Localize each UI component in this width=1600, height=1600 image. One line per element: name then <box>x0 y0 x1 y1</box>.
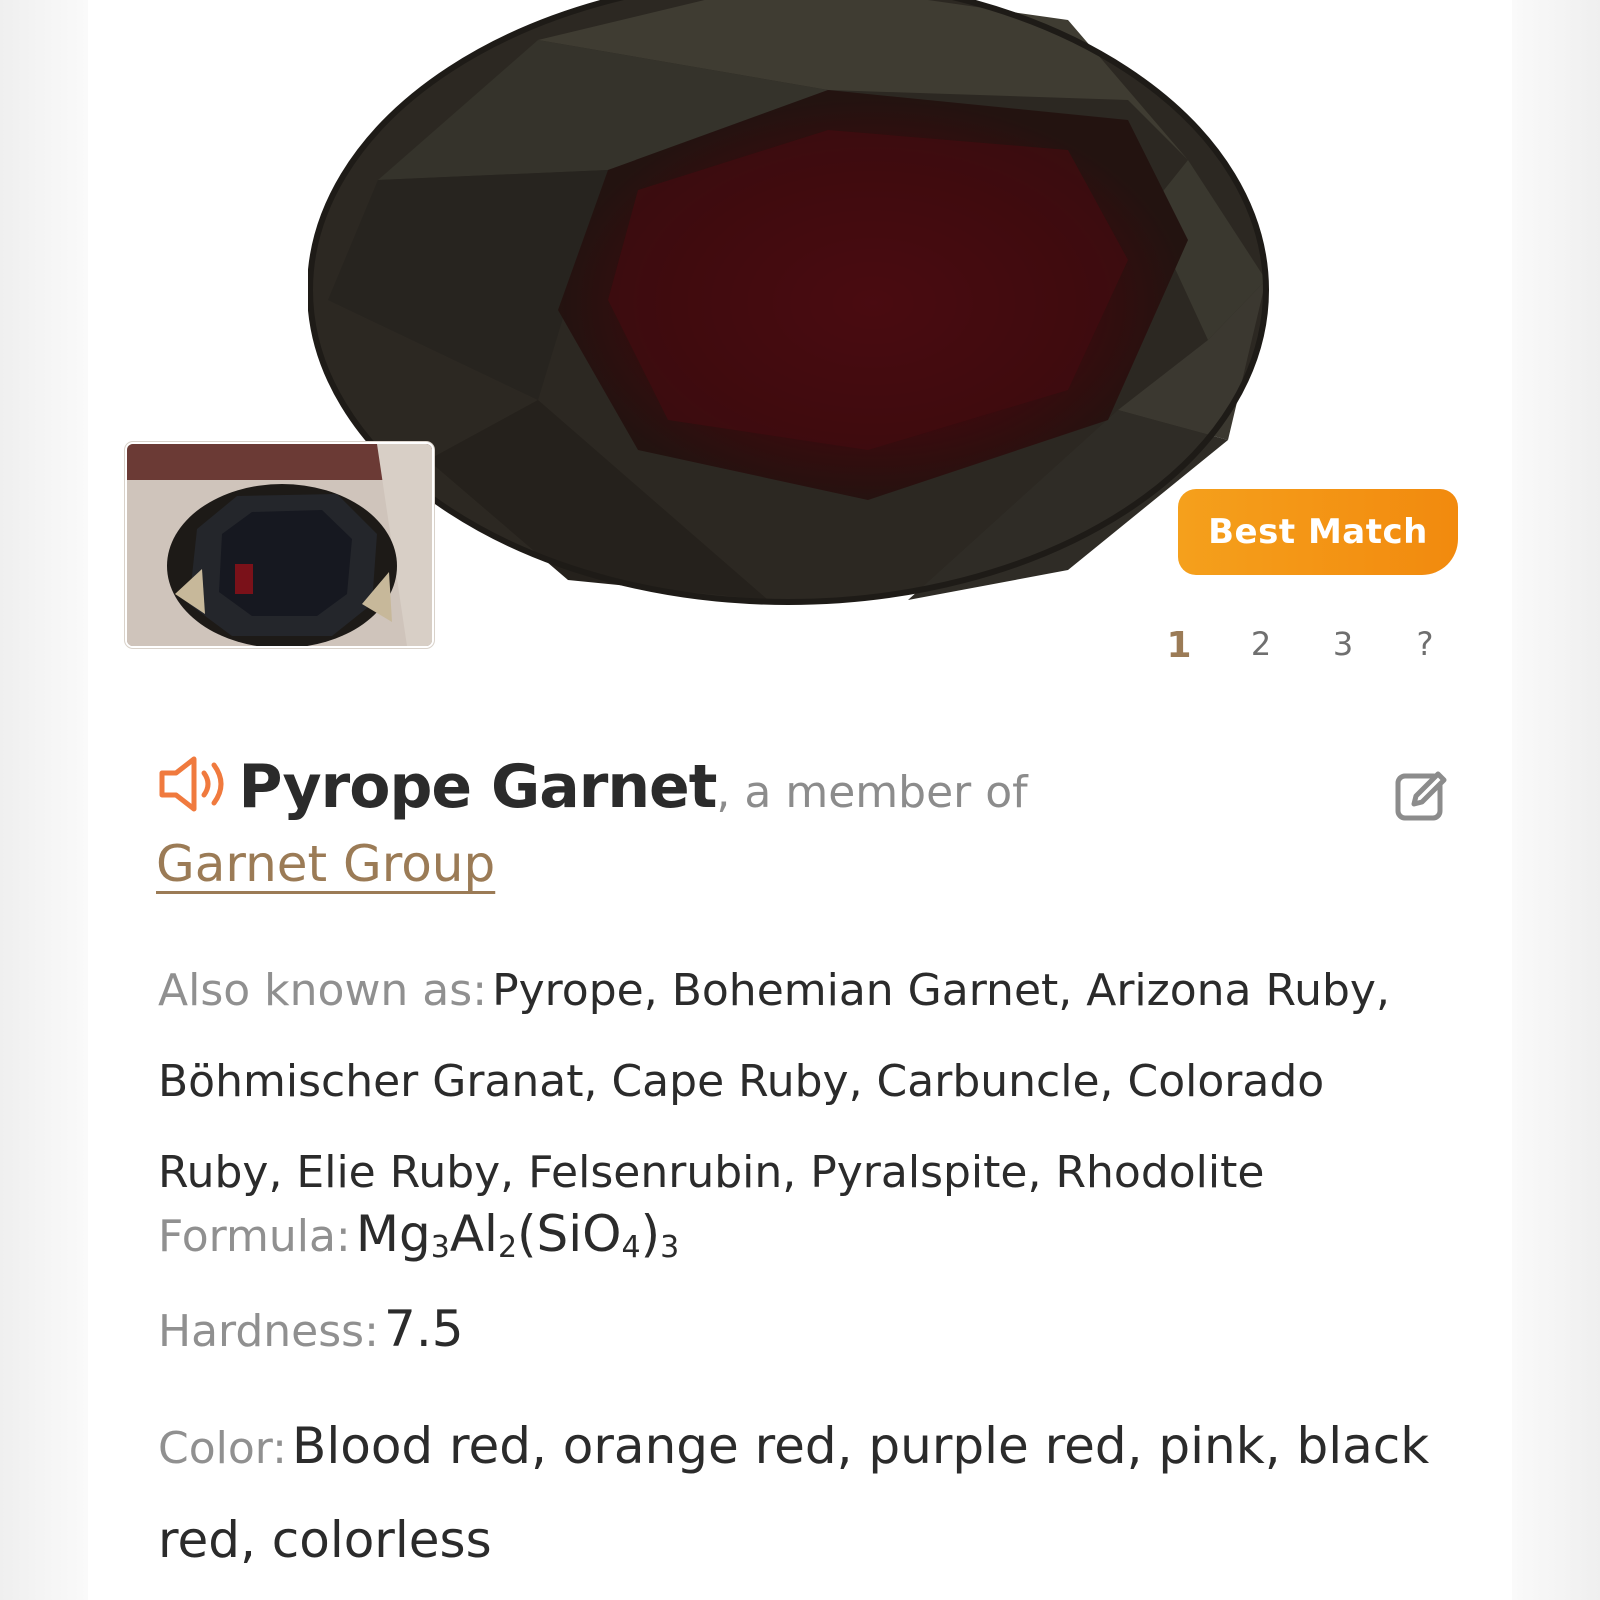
edit-icon[interactable] <box>1394 770 1448 824</box>
formula-subscript: 4 <box>621 1230 641 1265</box>
hardness-label: Hardness: <box>158 1306 379 1357</box>
formula-row: Formula: Mg3Al2(SiO4)3 <box>158 1205 1458 1265</box>
formula-label: Formula: <box>158 1211 351 1262</box>
hardness-row: Hardness: 7.5 <box>158 1300 1458 1358</box>
color-row: Color: Blood red, orange red, purple red… <box>158 1405 1458 1593</box>
formula-value: Mg3Al2(SiO4)3 <box>355 1205 680 1265</box>
aka-label: Also known as: <box>158 965 488 1016</box>
group-link[interactable]: Garnet Group <box>156 835 495 893</box>
title-row: Pyrope Garnet, a member of <box>158 752 1448 822</box>
page-3-tab[interactable]: 3 <box>1302 625 1384 666</box>
mineral-name: Pyrope Garnet <box>238 752 717 822</box>
main-stone-image[interactable] <box>308 0 1288 630</box>
formula-part: ) <box>640 1205 661 1263</box>
aka-row: Also known as: Pyrope, Bohemian Garnet, … <box>158 950 1458 1223</box>
page: Best Match 1 2 3 ? Pyrope Garnet, a memb… <box>0 0 1600 1600</box>
formula-part: (SiO <box>517 1205 622 1263</box>
user-photo-thumbnail[interactable] <box>125 442 434 648</box>
best-match-badge: Best Match <box>1178 489 1458 575</box>
color-value: Blood red, orange red, purple red, pink,… <box>158 1417 1430 1569</box>
formula-subscript: 3 <box>660 1230 680 1265</box>
result-pager: 1 2 3 ? <box>1138 625 1466 666</box>
result-card: Best Match 1 2 3 ? Pyrope Garnet, a memb… <box>88 0 1512 1600</box>
speaker-icon[interactable] <box>158 753 234 815</box>
formula-subscript: 3 <box>430 1230 450 1265</box>
formula-part: Mg <box>355 1205 431 1263</box>
formula-subscript: 2 <box>497 1230 518 1265</box>
color-label: Color: <box>158 1423 287 1474</box>
formula-part: Al <box>449 1205 498 1263</box>
page-unknown-tab[interactable]: ? <box>1384 625 1466 666</box>
hardness-value: 7.5 <box>384 1300 464 1358</box>
member-of-text: , a member of <box>716 767 1028 818</box>
page-1-tab[interactable]: 1 <box>1138 625 1220 666</box>
page-2-tab[interactable]: 2 <box>1220 625 1302 666</box>
